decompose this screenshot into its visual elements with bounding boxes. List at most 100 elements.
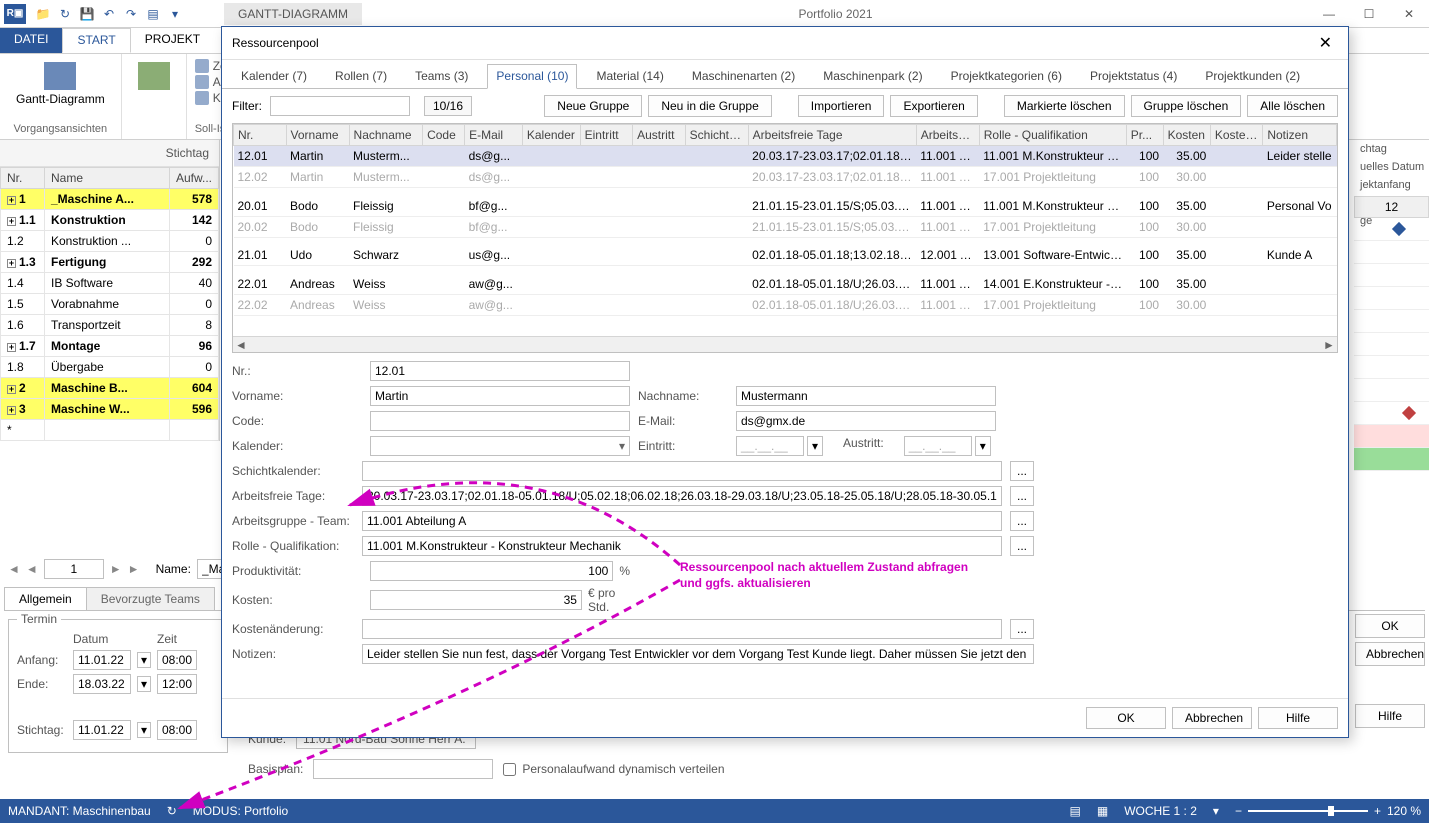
stichtag-date[interactable]: 11.01.22 — [73, 720, 131, 740]
alle-loeschen-button[interactable]: Alle löschen — [1247, 95, 1338, 117]
kosten-field[interactable] — [370, 590, 582, 610]
dropdown-icon[interactable]: ▾ — [166, 5, 184, 23]
grid-row[interactable] — [234, 188, 1337, 196]
produktivitaet-field[interactable] — [370, 561, 613, 581]
grid-column-header[interactable]: Nr. — [234, 125, 287, 146]
arbeitsgruppe-field[interactable] — [362, 511, 1002, 531]
grid-column-header[interactable]: Code — [423, 125, 465, 146]
ende-date[interactable]: 18.03.22 — [73, 674, 131, 694]
schichtkalender-field[interactable] — [362, 461, 1002, 481]
markierte-loeschen-button[interactable]: Markierte löschen — [1004, 95, 1125, 117]
exportieren-button[interactable]: Exportieren — [890, 95, 977, 117]
zoom-in-icon[interactable]: + — [1374, 804, 1381, 818]
ende-time[interactable]: 12:00 — [157, 674, 197, 694]
task-row[interactable]: 1.8Übergabe0 — [1, 357, 219, 378]
email-field[interactable] — [736, 411, 996, 431]
expand-icon[interactable]: + — [7, 406, 16, 415]
grid-column-header[interactable]: Schichtk... — [685, 125, 748, 146]
task-row[interactable]: 1.6Transportzeit8 — [1, 315, 219, 336]
stichtag-time[interactable]: 08:00 — [157, 720, 197, 740]
task-row[interactable]: +1.7Montage96 — [1, 336, 219, 357]
grid-column-header[interactable]: Austritt — [633, 125, 686, 146]
grid-column-header[interactable]: Arbeitsfreie Tage — [748, 125, 916, 146]
tool-icon[interactable]: ▤ — [144, 5, 162, 23]
grid-row[interactable]: 22.01AndreasWeissaw@g...02.01.18-05.01.1… — [234, 274, 1337, 295]
grid-row[interactable]: 22.02AndreasWeissaw@g...02.01.18-05.01.1… — [234, 294, 1337, 315]
refresh-icon[interactable]: ↻ — [167, 804, 177, 818]
grid-column-header[interactable]: Kosten — [1163, 125, 1210, 146]
anfang-time[interactable]: 08:00 — [157, 650, 197, 670]
side-option[interactable]: jektanfang — [1354, 176, 1429, 194]
grid-column-header[interactable]: Arbeitsgr... — [916, 125, 979, 146]
dialog-tab[interactable]: Maschinenarten (2) — [683, 64, 804, 88]
nr-field[interactable] — [370, 361, 630, 381]
grid-row[interactable]: 20.02BodoFleissigbf@g...21.01.15-23.01.1… — [234, 216, 1337, 237]
neu-in-gruppe-button[interactable]: Neu in die Gruppe — [648, 95, 771, 117]
importieren-button[interactable]: Importieren — [798, 95, 885, 117]
expand-icon[interactable]: + — [7, 196, 16, 205]
neue-gruppe-button[interactable]: Neue Gruppe — [544, 95, 642, 117]
expand-icon[interactable]: + — [7, 217, 16, 226]
task-row[interactable]: * — [1, 420, 219, 441]
side-option[interactable]: chtag — [1354, 140, 1429, 158]
ellipsis-button[interactable]: ... — [1010, 536, 1034, 556]
scroll-right-icon[interactable]: ► — [1321, 338, 1337, 352]
close-icon[interactable]: ✕ — [1389, 0, 1429, 28]
expand-icon[interactable]: + — [7, 343, 16, 352]
grid-column-header[interactable]: E-Mail — [465, 125, 523, 146]
ellipsis-button[interactable]: ... — [1010, 461, 1034, 481]
col-name[interactable]: Name — [45, 168, 170, 189]
task-row[interactable]: +1_Maschine A...578 — [1, 189, 219, 210]
maximize-icon[interactable]: ☐ — [1349, 0, 1389, 28]
grid-column-header[interactable]: Pr... — [1126, 125, 1163, 146]
grid-row[interactable]: 20.01BodoFleissigbf@g...21.01.15-23.01.1… — [234, 196, 1337, 217]
zoom-slider[interactable]: − + 120 % — [1235, 804, 1421, 818]
expand-icon[interactable]: + — [7, 259, 16, 268]
hilfe-button[interactable]: Hilfe — [1355, 704, 1425, 728]
undo-icon[interactable]: ↶ — [100, 5, 118, 23]
austritt-date[interactable]: __.__.__▾ — [904, 436, 991, 456]
anfang-date[interactable]: 11.01.22 — [73, 650, 131, 670]
dialog-tab[interactable]: Projektstatus (4) — [1081, 64, 1186, 88]
tab-datei[interactable]: DATEI — [0, 28, 62, 53]
grid-column-header[interactable]: Nachname — [349, 125, 423, 146]
view-icon[interactable]: ▦ — [1097, 804, 1108, 818]
ok-button[interactable]: OK — [1086, 707, 1166, 729]
dialog-tab[interactable]: Projektkategorien (6) — [942, 64, 1071, 88]
abbrechen-button[interactable]: Abbrechen — [1355, 642, 1425, 666]
scroll-left-icon[interactable]: ◄ — [233, 338, 249, 352]
dialog-tab[interactable]: Teams (3) — [406, 64, 477, 88]
task-row[interactable]: +3Maschine W...596 — [1, 399, 219, 420]
task-row[interactable]: +1.1Konstruktion142 — [1, 210, 219, 231]
gruppe-loeschen-button[interactable]: Gruppe löschen — [1131, 95, 1242, 117]
personal-grid[interactable]: Nr.VornameNachnameCodeE-MailKalenderEint… — [232, 123, 1338, 353]
dialog-tab[interactable]: Maschinenpark (2) — [814, 64, 931, 88]
grid-column-header[interactable]: Notizen — [1263, 125, 1337, 146]
nr-input[interactable] — [44, 559, 104, 579]
gantt-diagramm-button[interactable]: Gantt-Diagramm — [8, 58, 113, 110]
hilfe-button[interactable]: Hilfe — [1258, 707, 1338, 729]
kostenaenderung-field[interactable] — [362, 619, 1002, 639]
dynamisch-checkbox[interactable] — [503, 763, 516, 776]
task-row[interactable]: +1.3Fertigung292 — [1, 252, 219, 273]
save-icon[interactable]: 💾 — [78, 5, 96, 23]
zoom-out-icon[interactable]: − — [1235, 804, 1242, 818]
grid-column-header[interactable]: Eintritt — [580, 125, 633, 146]
rolle-field[interactable] — [362, 536, 1002, 556]
basisplan-field[interactable] — [313, 759, 493, 779]
code-field[interactable] — [370, 411, 630, 431]
task-row[interactable]: +2Maschine B...604 — [1, 378, 219, 399]
ok-button[interactable]: OK — [1355, 614, 1425, 638]
nachname-field[interactable] — [736, 386, 996, 406]
dialog-tab[interactable]: Rollen (7) — [326, 64, 396, 88]
tab-projekt[interactable]: PROJEKT — [131, 28, 214, 53]
kalender-dropdown[interactable] — [370, 436, 630, 456]
context-tab[interactable]: GANTT-DIAGRAMM — [224, 3, 362, 25]
close-icon[interactable]: ✕ — [1313, 33, 1338, 53]
col-nr[interactable]: Nr. — [1, 168, 45, 189]
redo-icon[interactable]: ↷ — [122, 5, 140, 23]
tab-bevorzugte-teams[interactable]: Bevorzugte Teams — [86, 587, 215, 610]
tab-start[interactable]: START — [62, 28, 130, 53]
expand-icon[interactable]: + — [7, 385, 16, 394]
ellipsis-button[interactable]: ... — [1010, 619, 1034, 639]
